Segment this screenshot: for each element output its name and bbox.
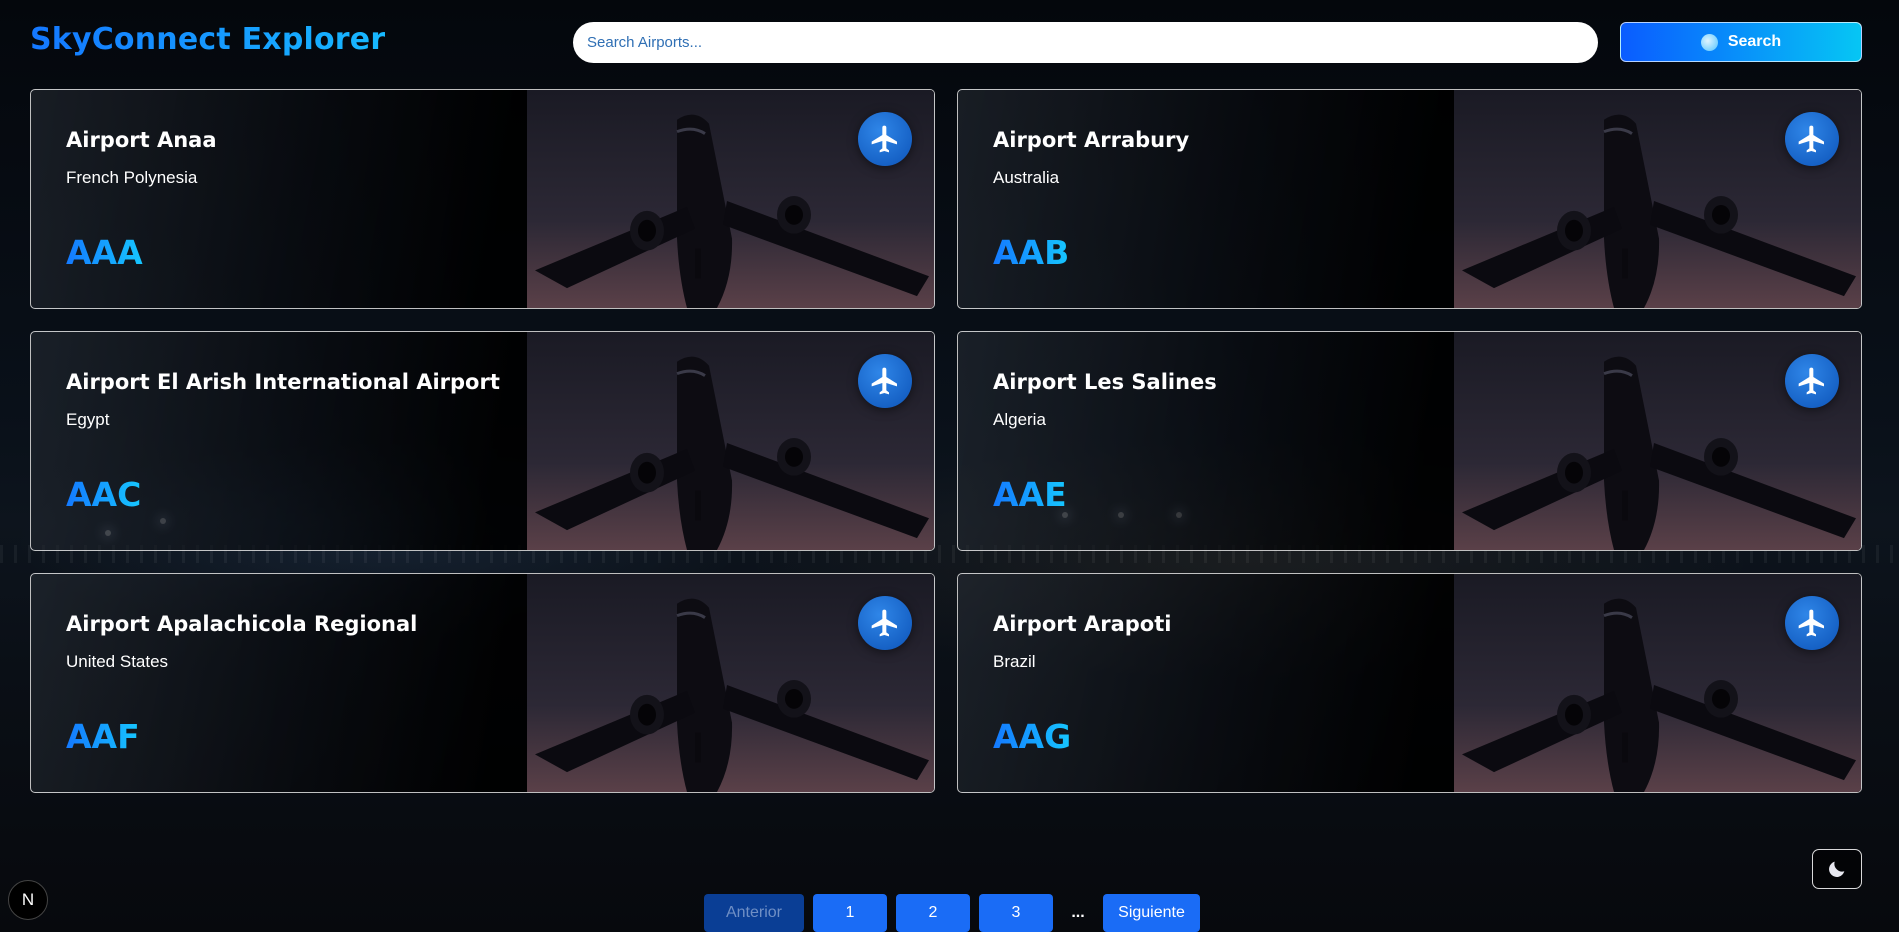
airport-country: Algeria [993, 410, 1046, 429]
page-3-button[interactable]: 3 [979, 894, 1053, 932]
theme-toggle-button[interactable] [1812, 849, 1862, 889]
app-title: SkyConnect Explorer [30, 22, 386, 57]
airport-code: AAF [66, 717, 140, 756]
airport-name: Airport Les Salines [993, 370, 1217, 394]
airport-code: AAC [66, 475, 142, 514]
airplane-icon [858, 112, 912, 166]
airport-card-aac[interactable]: Airport El Arish International Airport E… [30, 331, 935, 551]
nextjs-logo-letter: N [21, 890, 35, 909]
airplane-icon [1785, 596, 1839, 650]
airplane-icon [1785, 112, 1839, 166]
search-input[interactable] [573, 22, 1598, 63]
moon-icon [1829, 861, 1845, 877]
airport-country: Egypt [66, 410, 110, 429]
top-bar: SkyConnect Explorer Search [0, 0, 1899, 84]
airport-country: United States [66, 652, 169, 671]
airport-card-aae[interactable]: Airport Les Salines Algeria AAE [957, 331, 1862, 551]
airplane-icon [1785, 354, 1839, 408]
airport-name: Airport Apalachicola Regional [66, 612, 418, 636]
airport-country: French Polynesia [66, 168, 198, 187]
airport-country: Brazil [993, 652, 1036, 671]
airport-name: Airport Arapoti [993, 612, 1172, 636]
search-button[interactable]: Search [1620, 22, 1862, 62]
airport-grid: Airport Anaa French Polynesia AAA Airpor… [30, 89, 1862, 793]
previous-page-button[interactable]: Anterior [704, 894, 804, 932]
airport-name: Airport Anaa [66, 128, 217, 152]
airplane-icon [858, 596, 912, 650]
search-icon [1700, 33, 1718, 51]
airplane-icon [858, 354, 912, 408]
page-2-button[interactable]: 2 [896, 894, 970, 932]
airport-code: AAG [993, 717, 1072, 756]
airport-name: Airport Arrabury [993, 128, 1190, 152]
airport-code: AAA [66, 233, 143, 272]
airport-card-aab[interactable]: Airport Arrabury Australia AAB [957, 89, 1862, 309]
airport-code: AAB [993, 233, 1070, 272]
next-page-button[interactable]: Siguiente [1103, 894, 1200, 932]
pagination: Anterior 1 2 3 ... Siguiente [704, 894, 1200, 932]
airport-card-aaf[interactable]: Airport Apalachicola Regional United Sta… [30, 573, 935, 793]
airport-country: Australia [993, 168, 1060, 187]
pagination-ellipsis: ... [1071, 904, 1085, 921]
page-1-button[interactable]: 1 [813, 894, 887, 932]
airport-card-aag[interactable]: Airport Arapoti Brazil AAG [957, 573, 1862, 793]
search-button-label: Search [1727, 33, 1782, 50]
airport-code: AAE [993, 475, 1067, 514]
nextjs-dev-badge[interactable]: N [8, 880, 48, 920]
airport-card-aaa[interactable]: Airport Anaa French Polynesia AAA [30, 89, 935, 309]
airport-name: Airport El Arish International Airport [66, 370, 500, 394]
